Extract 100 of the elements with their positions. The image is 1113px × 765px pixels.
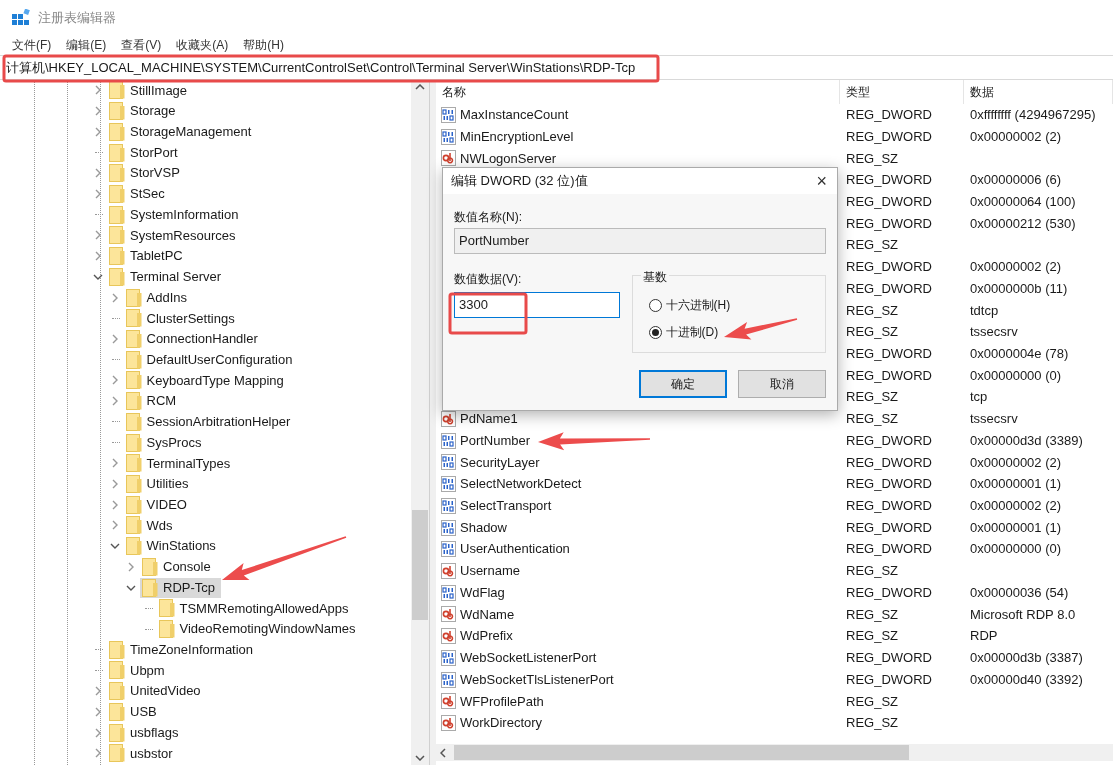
- value-name[interactable]: Username: [460, 561, 520, 581]
- menu-item[interactable]: 收藏夹(A): [170, 36, 235, 54]
- value-name[interactable]: PortNumber: [460, 430, 531, 451]
- dialog-button[interactable]: 确定: [639, 370, 727, 398]
- string-value-icon: [441, 693, 457, 710]
- value-name[interactable]: WFProfilePath: [460, 691, 544, 711]
- radio-button[interactable]: 十进制(D): [648, 323, 825, 341]
- tree-item[interactable]: DefaultUserConfiguration: [123, 349, 299, 370]
- tree-item[interactable]: UnitedVideo: [107, 681, 207, 702]
- value-data: 0x00000001 (1): [970, 476, 1062, 492]
- tree-item[interactable]: Console: [140, 556, 217, 577]
- tree-item[interactable]: usbstor: [107, 743, 179, 764]
- column-header[interactable]: 数据: [964, 80, 1113, 104]
- value-name[interactable]: WdName: [460, 604, 515, 625]
- tree-item[interactable]: RDP-Tcp: [140, 577, 221, 598]
- tree-item[interactable]: StillImage: [107, 80, 194, 101]
- value-name[interactable]: WorkDirectory: [460, 713, 543, 733]
- value-name[interactable]: NWLogonServer: [460, 148, 557, 169]
- tree-item[interactable]: SysProcs: [123, 432, 208, 453]
- horizontal-scrollbar[interactable]: [436, 744, 1113, 761]
- value-data: 0x0000004e (78): [970, 346, 1069, 361]
- value-name[interactable]: WdFlag: [460, 582, 505, 603]
- scroll-left-icon[interactable]: [440, 747, 446, 758]
- value-name[interactable]: WdPrefix: [460, 626, 513, 646]
- tree-item[interactable]: Terminal Server: [107, 266, 228, 287]
- tree-item[interactable]: VIDEO: [123, 494, 193, 515]
- address-bar[interactable]: 计算机\HKEY_LOCAL_MACHINE\SYSTEM\CurrentControlSet\Control\Terminal Server\WinStations\RDP-Tcp: [0, 56, 1113, 79]
- tree-item[interactable]: Wds: [123, 515, 179, 536]
- tree-item[interactable]: Ubpm: [107, 660, 171, 681]
- value-name[interactable]: UserAuthentication: [460, 539, 570, 559]
- value-name[interactable]: SelectTransport: [460, 496, 552, 516]
- menu-item[interactable]: 文件(F): [6, 36, 58, 54]
- tree-item[interactable]: TerminalTypes: [123, 453, 237, 474]
- folder-icon: [125, 537, 142, 556]
- scroll-thumb[interactable]: [454, 745, 909, 760]
- value-name[interactable]: SecurityLayer: [460, 452, 540, 473]
- value-name[interactable]: MaxInstanceCount: [460, 105, 569, 125]
- tree-item[interactable]: KeyboardType Mapping: [123, 370, 290, 391]
- expand-chevron-icon[interactable]: [93, 230, 103, 241]
- menu-item[interactable]: 帮助(H): [237, 36, 290, 54]
- tree-item[interactable]: StSec: [107, 183, 171, 204]
- tree-item[interactable]: TSMMRemotingAllowedApps: [156, 598, 355, 619]
- expand-chevron-icon[interactable]: [93, 706, 103, 717]
- tree-item[interactable]: SystemInformation: [107, 204, 245, 225]
- expand-chevron-icon[interactable]: [93, 686, 103, 697]
- tree-item[interactable]: StorPort: [107, 142, 184, 163]
- tree-item[interactable]: usbflags: [107, 722, 185, 743]
- folder-icon: [109, 164, 125, 183]
- value-name[interactable]: WebSocketTlsListenerPort: [460, 669, 614, 690]
- expand-chevron-icon[interactable]: [93, 168, 103, 179]
- menu-item[interactable]: 查看(V): [115, 36, 168, 54]
- scroll-up-icon[interactable]: [415, 84, 425, 90]
- tree-item[interactable]: Utilities: [123, 474, 195, 494]
- scroll-thumb[interactable]: [412, 510, 428, 620]
- value-name[interactable]: MinEncryptionLevel: [460, 126, 574, 147]
- tree-item[interactable]: USB: [107, 701, 163, 722]
- tree-item[interactable]: TabletPC: [107, 246, 189, 267]
- expand-chevron-icon[interactable]: [93, 85, 103, 96]
- tree-item[interactable]: SystemResources: [107, 225, 242, 246]
- folder-icon: [109, 744, 125, 763]
- value-name[interactable]: Shadow: [460, 517, 507, 538]
- scroll-down-icon[interactable]: [415, 755, 425, 761]
- value-name[interactable]: WebSocketListenerPort: [460, 648, 597, 668]
- column-header[interactable]: 类型: [840, 80, 964, 104]
- value-type: REG_SZ: [846, 606, 898, 622]
- value-type: REG_DWORD: [846, 107, 932, 123]
- tree-item[interactable]: RCM: [123, 391, 183, 412]
- tree-item[interactable]: SessionArbitrationHelper: [123, 411, 297, 432]
- field-label: 数值名称(N):: [454, 209, 523, 224]
- folder-icon: [109, 205, 125, 224]
- value-type: REG_DWORD: [846, 671, 932, 687]
- column-header[interactable]: 名称: [436, 80, 840, 104]
- value-name[interactable]: PdName1: [460, 409, 518, 429]
- tree-item[interactable]: Storage: [107, 101, 182, 122]
- expand-chevron-icon[interactable]: [93, 106, 103, 117]
- radio-button[interactable]: 十六进制(H): [648, 296, 825, 314]
- tree-item[interactable]: TimeZoneInformation: [107, 639, 260, 660]
- tree-item[interactable]: WinStations: [123, 536, 222, 557]
- menu-item[interactable]: 编辑(E): [60, 36, 113, 54]
- tree-item[interactable]: StorVSP: [107, 163, 186, 184]
- expand-chevron-icon[interactable]: [93, 188, 103, 199]
- value-data-field[interactable]: 3300: [454, 292, 620, 318]
- tree-item[interactable]: ClusterSettings: [123, 308, 241, 329]
- value-type: REG_DWORD: [846, 172, 932, 188]
- expand-chevron-icon[interactable]: [93, 126, 103, 137]
- value-type: REG_SZ: [846, 411, 898, 427]
- close-button[interactable]: ×: [816, 172, 827, 190]
- expand-chevron-icon[interactable]: [126, 561, 136, 572]
- expand-chevron-icon[interactable]: [93, 748, 103, 759]
- tree-item[interactable]: StorageManagement: [107, 121, 258, 142]
- tree-item[interactable]: ConnectionHandler: [123, 329, 264, 349]
- value-type: REG_DWORD: [846, 194, 932, 209]
- tree-item[interactable]: AddIns: [123, 287, 193, 308]
- expand-chevron-icon[interactable]: [93, 727, 103, 738]
- dialog-button[interactable]: 取消: [738, 370, 826, 398]
- folder-icon: [109, 661, 125, 680]
- tree-item[interactable]: VideoRemotingWindowNames: [156, 619, 362, 640]
- value-name[interactable]: SelectNetworkDetect: [460, 474, 582, 494]
- value-data: 0xffffffff (4294967295): [970, 107, 1096, 123]
- expand-chevron-icon[interactable]: [93, 251, 103, 262]
